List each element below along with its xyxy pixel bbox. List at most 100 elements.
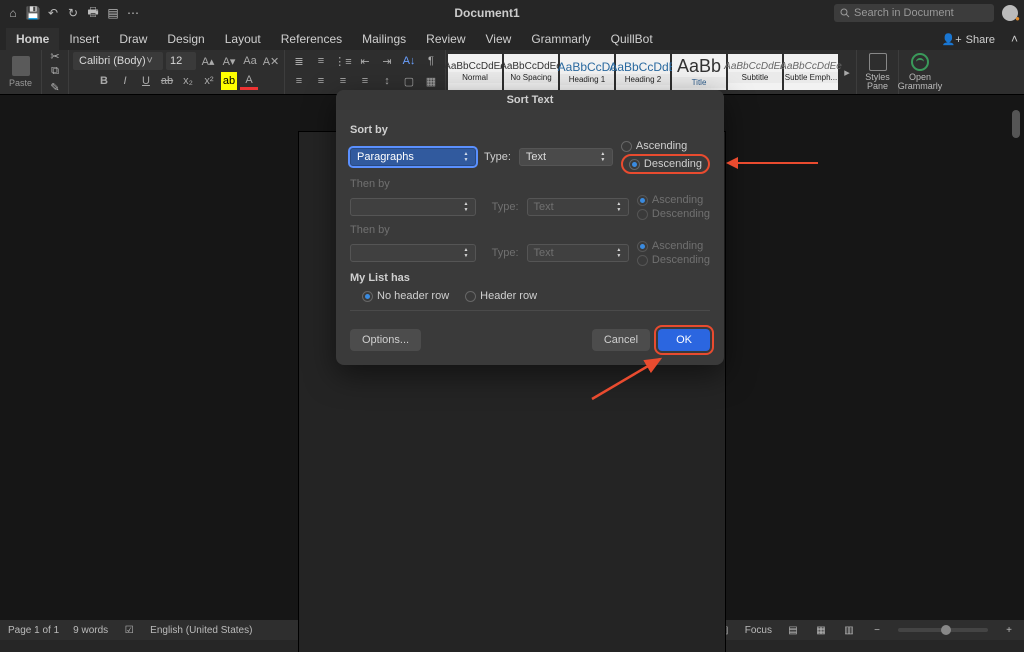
- then-by-2-field-combo[interactable]: [350, 244, 476, 262]
- style-title[interactable]: AaBbTitle: [672, 54, 726, 90]
- align-left-button[interactable]: ≡: [289, 72, 309, 90]
- style-no-spacing[interactable]: AaBbCcDdEeNo Spacing: [504, 54, 558, 90]
- align-right-button[interactable]: ≡: [333, 72, 353, 90]
- format-painter-icon[interactable]: ✎: [46, 81, 64, 94]
- sort-by-type-combo[interactable]: Text: [519, 148, 613, 166]
- home-icon[interactable]: ⌂: [6, 6, 20, 20]
- tab-references[interactable]: References: [271, 28, 352, 50]
- vertical-scrollbar[interactable]: [1010, 110, 1022, 620]
- line-spacing-button[interactable]: ↕: [377, 72, 397, 90]
- borders-button[interactable]: ▦: [421, 72, 441, 90]
- then-by-1-field-combo[interactable]: [350, 198, 476, 216]
- view-print-icon[interactable]: ▤: [786, 623, 800, 637]
- cut-icon[interactable]: ✂: [46, 50, 64, 63]
- font-size-combo[interactable]: 12: [166, 52, 196, 70]
- italic-button[interactable]: I: [116, 72, 134, 90]
- bold-button[interactable]: B: [95, 72, 113, 90]
- tab-quillbot[interactable]: QuillBot: [601, 28, 663, 50]
- account-avatar[interactable]: [1002, 5, 1018, 21]
- style-heading-1[interactable]: AaBbCcDcHeading 1: [560, 54, 614, 90]
- increase-indent-button[interactable]: ⇥: [377, 52, 397, 70]
- strike-button[interactable]: ab: [158, 72, 176, 90]
- style-subtle-emphasis[interactable]: AaBbCcDdEeSubtle Emph...: [784, 54, 838, 90]
- save-icon[interactable]: 💾: [26, 6, 40, 20]
- chevron-updown-icon: [460, 245, 472, 261]
- highlight-button[interactable]: ab: [221, 72, 237, 90]
- sort-by-field-combo[interactable]: Paragraphs: [350, 148, 476, 166]
- tab-draw[interactable]: Draw: [109, 28, 157, 50]
- chevron-updown-icon: [613, 199, 625, 215]
- style-subtitle[interactable]: AaBbCcDdEeSubtitle: [728, 54, 782, 90]
- tab-review[interactable]: Review: [416, 28, 475, 50]
- show-marks-button[interactable]: ¶: [421, 52, 441, 70]
- sort-button[interactable]: A↓: [399, 52, 419, 70]
- search-in-document[interactable]: Search in Document: [834, 4, 994, 22]
- shrink-font-icon[interactable]: A▾: [220, 52, 238, 70]
- styles-pane-button[interactable]: Styles Pane: [857, 50, 899, 94]
- no-header-row-radio[interactable]: No header row: [362, 290, 449, 302]
- tab-grammarly[interactable]: Grammarly: [521, 28, 600, 50]
- ok-button[interactable]: OK: [658, 329, 710, 351]
- tab-layout[interactable]: Layout: [215, 28, 271, 50]
- print-icon[interactable]: 🖶: [86, 6, 100, 20]
- new-doc-icon[interactable]: ▤: [106, 6, 120, 20]
- options-button[interactable]: Options...: [350, 329, 421, 351]
- bullets-button[interactable]: ≣: [289, 52, 309, 70]
- chevron-updown-icon: [613, 245, 625, 261]
- cancel-button[interactable]: Cancel: [592, 329, 650, 351]
- tab-insert[interactable]: Insert: [59, 28, 109, 50]
- status-language[interactable]: English (United States): [150, 625, 252, 636]
- view-read-icon[interactable]: ▦: [814, 623, 828, 637]
- view-web-icon[interactable]: ▥: [842, 623, 856, 637]
- style-normal[interactable]: AaBbCcDdEeNormal: [448, 54, 502, 90]
- tab-design[interactable]: Design: [157, 28, 214, 50]
- sort1-descending-radio[interactable]: Descending: [629, 158, 702, 170]
- open-grammarly-button[interactable]: Open Grammarly: [899, 50, 941, 94]
- then-by-2-type-combo[interactable]: Text: [527, 244, 629, 262]
- zoom-slider[interactable]: [898, 628, 988, 632]
- styles-pane-icon: [869, 53, 887, 71]
- grow-font-icon[interactable]: A▴: [199, 52, 217, 70]
- font-color-button[interactable]: A: [240, 72, 258, 90]
- dialog-title: Sort Text: [336, 90, 724, 110]
- chevron-updown-icon: [460, 199, 472, 215]
- collapse-ribbon[interactable]: ˄: [1005, 28, 1024, 50]
- tab-home[interactable]: Home: [6, 28, 59, 50]
- zoom-in-button[interactable]: +: [1002, 623, 1016, 637]
- paste-button[interactable]: Paste: [0, 50, 42, 94]
- subscript-button[interactable]: x₂: [179, 72, 197, 90]
- undo-icon[interactable]: ↶: [46, 6, 60, 20]
- more-qa-icon[interactable]: ⋯: [126, 6, 140, 20]
- superscript-button[interactable]: x²: [200, 72, 218, 90]
- focus-mode[interactable]: Focus: [745, 625, 772, 636]
- underline-button[interactable]: U: [137, 72, 155, 90]
- annotation-arrow-descending: [726, 160, 818, 166]
- style-heading-2[interactable]: AaBbCcDdEHeading 2: [616, 54, 670, 90]
- then-by-1-type-combo[interactable]: Text: [527, 198, 629, 216]
- sort1-ascending-radio[interactable]: Ascending: [621, 140, 710, 152]
- then1-ascending-radio: Ascending: [637, 194, 710, 206]
- status-words[interactable]: 9 words: [73, 625, 108, 636]
- font-name-combo[interactable]: Calibri (Body)˅: [73, 52, 163, 70]
- change-case-icon[interactable]: Aa: [241, 52, 259, 70]
- tab-mailings[interactable]: Mailings: [352, 28, 416, 50]
- header-row-radio[interactable]: Header row: [465, 290, 537, 302]
- numbering-button[interactable]: ≡: [311, 52, 331, 70]
- spellcheck-icon[interactable]: ☑: [122, 623, 136, 637]
- clear-format-icon[interactable]: A✕: [262, 52, 280, 70]
- redo-icon[interactable]: ↻: [66, 6, 80, 20]
- type-label-1: Type:: [484, 151, 511, 163]
- copy-icon[interactable]: ⧉: [46, 65, 64, 78]
- share-button[interactable]: 👤+ Share: [932, 29, 1005, 50]
- chevron-updown-icon: [460, 149, 472, 165]
- styles-more[interactable]: ▸: [840, 66, 854, 79]
- shading-button[interactable]: ▢: [399, 72, 419, 90]
- decrease-indent-button[interactable]: ⇤: [355, 52, 375, 70]
- zoom-out-button[interactable]: −: [870, 623, 884, 637]
- status-page[interactable]: Page 1 of 1: [8, 625, 59, 636]
- align-center-button[interactable]: ≡: [311, 72, 331, 90]
- multilevel-list-button[interactable]: ⋮≡: [333, 52, 353, 70]
- tab-view[interactable]: View: [476, 28, 522, 50]
- clipboard-icon: [12, 56, 30, 76]
- justify-button[interactable]: ≡: [355, 72, 375, 90]
